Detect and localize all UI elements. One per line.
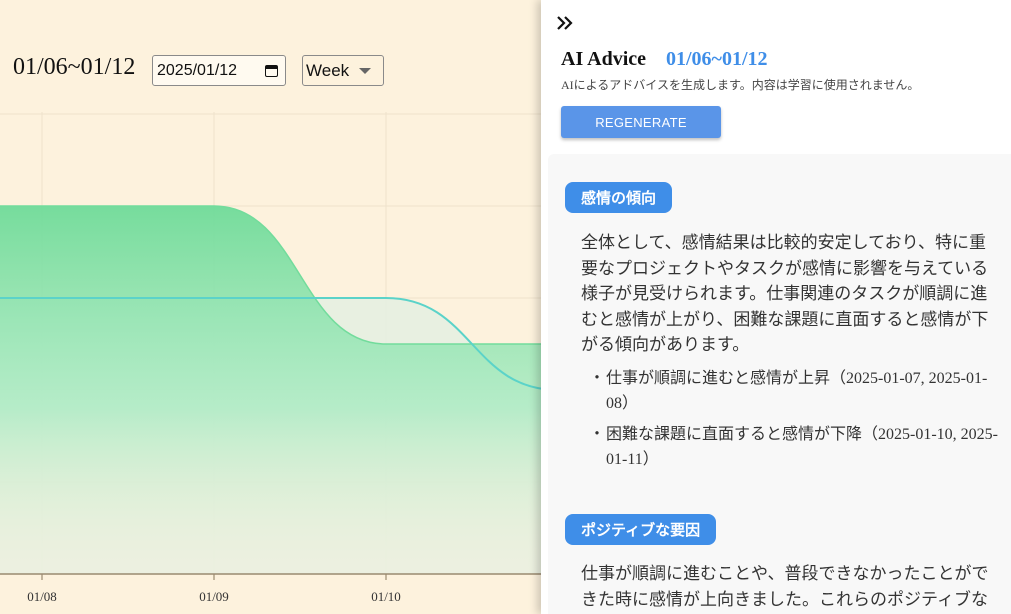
regenerate-button[interactable]: REGENERATE <box>561 106 721 138</box>
list-item: ・仕事が順調に進むと感情が上昇（2025-01-07, 2025-01-08） <box>586 366 1000 416</box>
bullet-text: 困難な課題に直面すると感情が下降（2025-01-10, 2025-01-11） <box>606 426 998 468</box>
series-area-green <box>0 206 545 574</box>
emotion-chart: 01/08 01/09 01/10 <box>0 112 545 604</box>
ai-advice-panel: AI Advice 01/06~01/12 AIによるアドバイスを生成します。内… <box>541 0 1011 614</box>
double-chevron-right-icon[interactable] <box>555 12 577 34</box>
period-select-value: Week <box>306 60 350 80</box>
bullet-text: 仕事が順調に進むと感情が上昇（2025-01-07, 2025-01-08） <box>606 370 988 412</box>
section-heading-positive-factors: ポジティブな要因 <box>565 514 717 545</box>
bullet-dot: ・ <box>589 370 606 387</box>
range-title: 01/06~01/12 <box>13 54 136 80</box>
panel-range: 01/06~01/12 <box>666 48 768 70</box>
x-tick-label: 01/08 <box>27 589 57 604</box>
bullet-list: ・仕事が順調に進むと感情が上昇（2025-01-07, 2025-01-08） … <box>586 366 1000 478</box>
list-item: ・困難な課題に直面すると感情が下降（2025-01-10, 2025-01-11… <box>586 422 1000 472</box>
panel-note: AIによるアドバイスを生成します。内容は学習に使用されません。 <box>561 78 920 92</box>
series-areas <box>0 205 545 574</box>
date-input[interactable]: 2025/01/12 <box>152 55 286 86</box>
app-root: 01/06~01/12 2025/01/12 Week 01/08 01/09 01… <box>0 0 1011 614</box>
x-axis: 01/08 01/09 01/10 <box>0 573 545 604</box>
section-text-emotion-trend: 全体として、感情結果は比較的安定しており、特に重要なプロジェクトやタスクが感情に… <box>581 233 989 354</box>
chevron-down-icon <box>359 67 371 74</box>
panel-title: AI Advice <box>561 48 646 70</box>
period-select[interactable]: Week <box>302 55 384 86</box>
section-text-positive-factors: 仕事が順調に進むことや、普段できなかったことができた時に感情が上向きました。これ… <box>581 564 989 609</box>
x-tick-label: 01/10 <box>371 589 401 604</box>
section-heading-emotion-trend: 感情の傾向 <box>565 182 673 213</box>
bullet-dot: ・ <box>589 426 606 443</box>
advice-card: 感情の傾向 全体として、感情結果は比較的安定しており、特に重要なプロジェクトやタ… <box>548 154 1011 614</box>
x-tick-label: 01/09 <box>199 589 229 604</box>
calendar-icon[interactable] <box>265 64 278 77</box>
date-input-value: 2025/01/12 <box>157 61 238 79</box>
